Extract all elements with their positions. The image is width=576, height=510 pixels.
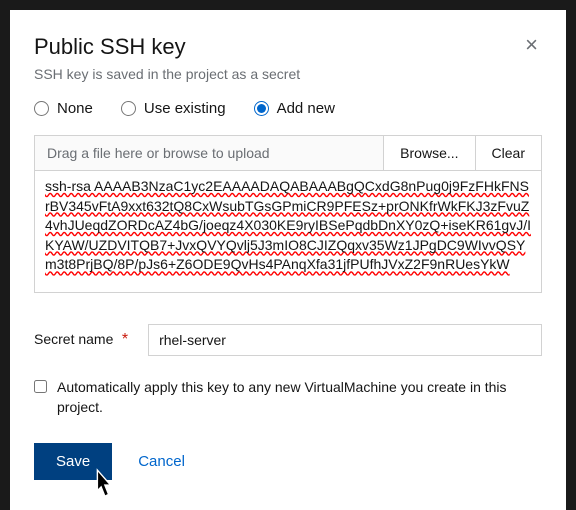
clear-button[interactable]: Clear — [475, 136, 541, 170]
secret-name-row: Secret name * — [34, 324, 542, 356]
modal-title: Public SSH key — [34, 34, 186, 60]
secret-name-label: Secret name — [34, 331, 113, 347]
secret-name-input[interactable] — [148, 324, 542, 356]
auto-apply-checkbox[interactable] — [34, 380, 47, 393]
cancel-button[interactable]: Cancel — [138, 453, 185, 470]
modal-description: SSH key is saved in the project as a sec… — [34, 66, 542, 82]
auto-apply-row[interactable]: Automatically apply this key to any new … — [34, 378, 542, 417]
radio-none[interactable] — [34, 101, 49, 116]
modal-footer: Save Cancel — [34, 443, 542, 480]
radio-use-existing[interactable] — [121, 101, 136, 116]
auto-apply-label: Automatically apply this key to any new … — [57, 378, 542, 417]
required-indicator: * — [122, 331, 128, 348]
secret-name-label-wrap: Secret name * — [34, 331, 128, 349]
close-button[interactable]: × — [521, 34, 542, 56]
radio-add-new[interactable] — [254, 101, 269, 116]
close-icon: × — [525, 32, 538, 57]
key-source-radio-group: None Use existing Add new — [34, 100, 542, 117]
radio-none-label: None — [57, 100, 93, 117]
public-ssh-key-modal: Public SSH key × SSH key is saved in the… — [10, 10, 566, 510]
ssh-key-textarea[interactable] — [34, 171, 542, 293]
radio-option-use-existing[interactable]: Use existing — [121, 100, 226, 117]
upload-dropzone[interactable]: Drag a file here or browse to upload — [35, 136, 383, 170]
radio-option-none[interactable]: None — [34, 100, 93, 117]
upload-row: Drag a file here or browse to upload Bro… — [34, 135, 542, 171]
modal-header: Public SSH key × — [34, 34, 542, 60]
save-button[interactable]: Save — [34, 443, 112, 480]
radio-option-add-new[interactable]: Add new — [254, 100, 335, 117]
browse-button[interactable]: Browse... — [383, 136, 474, 170]
radio-add-new-label: Add new — [277, 100, 335, 117]
radio-use-existing-label: Use existing — [144, 100, 226, 117]
